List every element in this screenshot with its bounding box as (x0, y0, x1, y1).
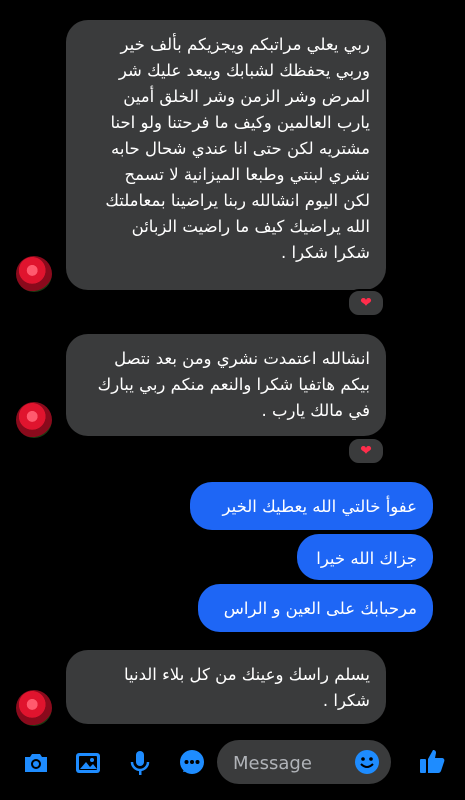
incoming-message[interactable]: ربي يعلي مراتبكم ويجزيكم بألف خير وربي ي… (66, 20, 386, 290)
heart-icon: ❤ (360, 443, 372, 459)
outgoing-message[interactable]: مرحبابك على العين و الراس (198, 584, 433, 632)
heart-reaction[interactable]: ❤ (347, 289, 385, 317)
message-input[interactable] (231, 740, 355, 786)
camera-icon[interactable] (21, 748, 51, 778)
incoming-message[interactable]: يسلم راسك وعينك من كل بلاء الدنيا شكرا . (66, 650, 386, 724)
chat-apps-icon[interactable] (177, 748, 207, 778)
emoji-icon[interactable] (353, 748, 381, 776)
contact-avatar[interactable] (16, 256, 52, 292)
heart-icon: ❤ (360, 295, 372, 311)
microphone-icon[interactable] (125, 748, 155, 778)
incoming-message[interactable]: انشالله اعتمدت نشري ومن بعد نتصل بيكم ها… (66, 334, 386, 436)
thumbs-up-icon[interactable] (417, 746, 447, 776)
outgoing-message[interactable]: عفوأ خالتي الله يعطيك الخير (190, 482, 433, 530)
message-input-container[interactable] (217, 740, 391, 786)
contact-avatar[interactable] (16, 690, 52, 726)
heart-reaction[interactable]: ❤ (347, 437, 385, 465)
contact-avatar[interactable] (16, 402, 52, 438)
outgoing-message[interactable]: جزاك الله خيرا (297, 534, 433, 580)
conversation: ربي يعلي مراتبكم ويجزيكم بألف خير وربي ي… (0, 0, 465, 730)
image-icon[interactable] (73, 748, 103, 778)
